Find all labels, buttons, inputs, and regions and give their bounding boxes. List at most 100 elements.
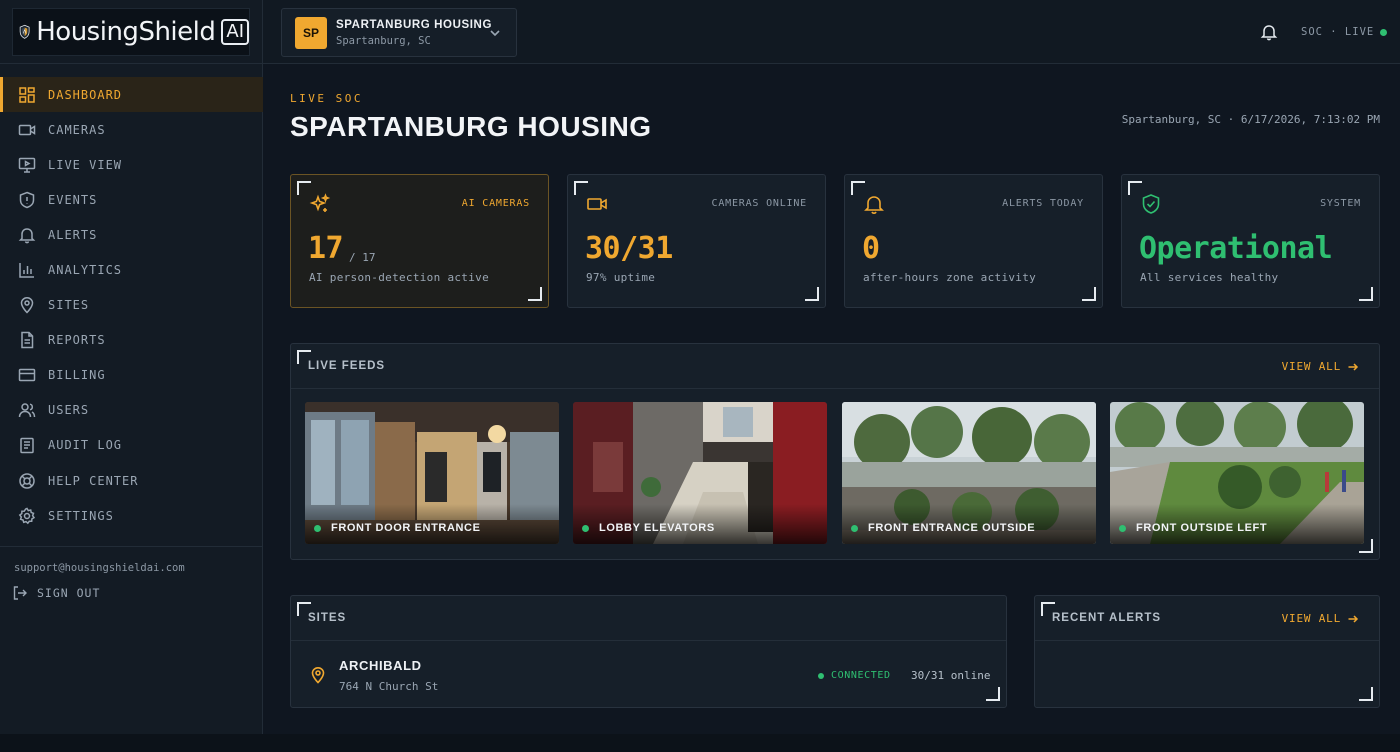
- camera-name: LOBBY ELEVATORS: [599, 522, 715, 534]
- sign-out-label: SIGN OUT: [37, 586, 101, 600]
- grid-icon: [19, 86, 35, 103]
- sidebar-item-help-center[interactable]: HELP CENTER: [0, 463, 263, 498]
- sidebar-item-live-view[interactable]: LIVE VIEW: [0, 147, 263, 182]
- sidebar-item-label: BILLING: [48, 368, 106, 383]
- bell-icon: [864, 196, 884, 215]
- sidebar-item-label: SETTINGS: [48, 508, 114, 523]
- sidebar-item-label: ANALYTICS: [48, 263, 123, 278]
- monitor-icon: [18, 157, 36, 173]
- sidebar-item-users[interactable]: USERS: [0, 393, 263, 428]
- divider: [1035, 640, 1379, 641]
- window-bottom-edge: [0, 734, 263, 752]
- cameras-online-count: 30/31 online: [911, 669, 991, 682]
- sidebar-item-sites[interactable]: SITES: [0, 288, 263, 323]
- sidebar-nav: DASHBOARD CAMERAS LIVE VIEW EVENTS ALERT…: [0, 77, 263, 533]
- recent-alerts-view-all-link[interactable]: VIEW ALL: [1282, 612, 1359, 625]
- divider: [291, 388, 1379, 389]
- recent-alerts-panel: RECENT ALERTS VIEW ALL: [1034, 595, 1380, 708]
- connection-status-label: CONNECTED: [831, 670, 891, 681]
- window-bottom-edge: [263, 734, 1400, 752]
- camera-feed-label: FRONT DOOR ENTRANCE: [314, 522, 481, 534]
- stat-card-system[interactable]: SYSTEM Operational All services healthy: [1121, 174, 1380, 308]
- stat-subtext: 97% uptime: [586, 271, 656, 284]
- site-switcher-name: SPARTANBURG HOUSING: [336, 18, 493, 31]
- sidebar-item-label: EVENTS: [48, 192, 98, 207]
- shield-check-icon: [1142, 194, 1160, 214]
- view-all-label: VIEW ALL: [1281, 360, 1341, 373]
- live-status-dot: [851, 524, 858, 532]
- video-icon: [18, 124, 36, 135]
- live-status-dot: [1119, 524, 1126, 532]
- recent-alerts-title: RECENT ALERTS: [1052, 612, 1162, 624]
- sidebar: HousingShield AI DASHBOARD CAMERAS LIVE …: [0, 0, 263, 734]
- stat-value: 30/31: [585, 231, 673, 266]
- sidebar-item-label: CAMERAS: [48, 122, 106, 137]
- brand-logo[interactable]: HousingShield AI: [12, 8, 250, 56]
- camera-name: FRONT OUTSIDE LEFT: [1136, 522, 1268, 534]
- site-address: 764 N Church St: [339, 680, 439, 693]
- stat-card-ai-cameras[interactable]: AI CAMERAS 17 / 17 AI person-detection a…: [290, 174, 549, 308]
- live-status-dot: [1380, 29, 1387, 36]
- site-switcher[interactable]: SP SPARTANBURG HOUSING Spartanburg, SC: [281, 8, 517, 57]
- sidebar-item-settings[interactable]: SETTINGS: [0, 498, 263, 533]
- soc-status-text: SOC · LIVE: [1301, 26, 1375, 38]
- arrow-right-icon: [1348, 614, 1359, 623]
- camera-feed-tile[interactable]: LOBBY ELEVATORS: [573, 402, 827, 544]
- status-dot: [818, 672, 824, 679]
- live-status-dot: [582, 524, 589, 532]
- site-switcher-location: Spartanburg, SC: [336, 34, 431, 47]
- users-icon: [18, 403, 36, 418]
- sidebar-item-billing[interactable]: BILLING: [0, 358, 263, 393]
- camera-feed-tile[interactable]: FRONT OUTSIDE LEFT: [1110, 402, 1364, 544]
- sidebar-item-events[interactable]: EVENTS: [0, 182, 263, 217]
- camera-feed-label: FRONT OUTSIDE LEFT: [1119, 522, 1267, 534]
- support-email[interactable]: support@housingshieldai.com: [14, 562, 185, 574]
- sparkles-icon: [309, 193, 331, 212]
- stat-subtext: All services healthy: [1140, 271, 1279, 284]
- sidebar-item-alerts[interactable]: ALERTS: [0, 217, 263, 252]
- sign-out-button[interactable]: SIGN OUT: [12, 585, 100, 601]
- stat-card-alerts-today[interactable]: ALERTS TODAY 0 after-hours zone activity: [844, 174, 1103, 308]
- sidebar-item-audit-log[interactable]: AUDIT LOG: [0, 428, 263, 463]
- view-all-label: VIEW ALL: [1281, 612, 1341, 625]
- connection-status-badge: CONNECTED: [818, 670, 891, 681]
- sidebar-item-reports[interactable]: REPORTS: [0, 323, 263, 358]
- stat-value: 0: [862, 231, 880, 266]
- site-avatar: SP: [295, 16, 327, 49]
- divider: [0, 63, 263, 64]
- site-row[interactable]: ARCHIBALD 764 N Church St CONNECTED 30/3…: [291, 642, 1006, 708]
- sidebar-item-label: SITES: [48, 298, 90, 313]
- page-kicker: LIVE SOC: [290, 92, 363, 105]
- live-feeds-view-all-link[interactable]: VIEW ALL: [1282, 360, 1359, 373]
- stat-label: ALERTS TODAY: [1002, 198, 1084, 209]
- map-pin-icon: [311, 666, 325, 684]
- stat-value: Operational: [1139, 231, 1333, 266]
- bell-icon: [18, 228, 36, 244]
- sidebar-item-cameras[interactable]: CAMERAS: [0, 112, 263, 147]
- stat-label: CAMERAS ONLINE: [711, 198, 807, 209]
- chevron-down-icon: [490, 30, 500, 37]
- camera-feed-tile[interactable]: FRONT DOOR ENTRANCE: [305, 402, 559, 544]
- camera-feed-label: FRONT ENTRANCE OUTSIDE: [851, 522, 1035, 534]
- divider: [291, 640, 1006, 641]
- file-text-icon: [21, 331, 34, 349]
- sidebar-item-dashboard[interactable]: DASHBOARD: [0, 77, 263, 113]
- sidebar-item-label: REPORTS: [48, 333, 106, 348]
- camera-feed-tile[interactable]: FRONT ENTRANCE OUTSIDE: [842, 402, 1096, 544]
- notifications-bell-icon[interactable]: [1260, 23, 1278, 41]
- credit-card-icon: [18, 369, 36, 382]
- site-name: ARCHIBALD: [339, 658, 422, 673]
- sidebar-item-label: HELP CENTER: [48, 473, 139, 488]
- gear-icon: [18, 507, 36, 524]
- bar-chart-icon: [19, 263, 34, 278]
- arrow-right-icon: [1348, 362, 1359, 371]
- stat-card-cameras-online[interactable]: CAMERAS ONLINE 30/31 97% uptime: [567, 174, 826, 308]
- topbar: SP SPARTANBURG HOUSING Spartanburg, SC S…: [263, 0, 1400, 64]
- stat-subtext: AI person-detection active: [309, 271, 489, 284]
- log-out-icon: [13, 586, 27, 600]
- sidebar-item-label: LIVE VIEW: [48, 157, 123, 172]
- page-title: SPARTANBURG HOUSING: [290, 111, 652, 142]
- sidebar-item-analytics[interactable]: ANALYTICS: [0, 252, 263, 287]
- camera-feed-label: LOBBY ELEVATORS: [582, 522, 715, 534]
- lifebuoy-icon: [19, 472, 35, 489]
